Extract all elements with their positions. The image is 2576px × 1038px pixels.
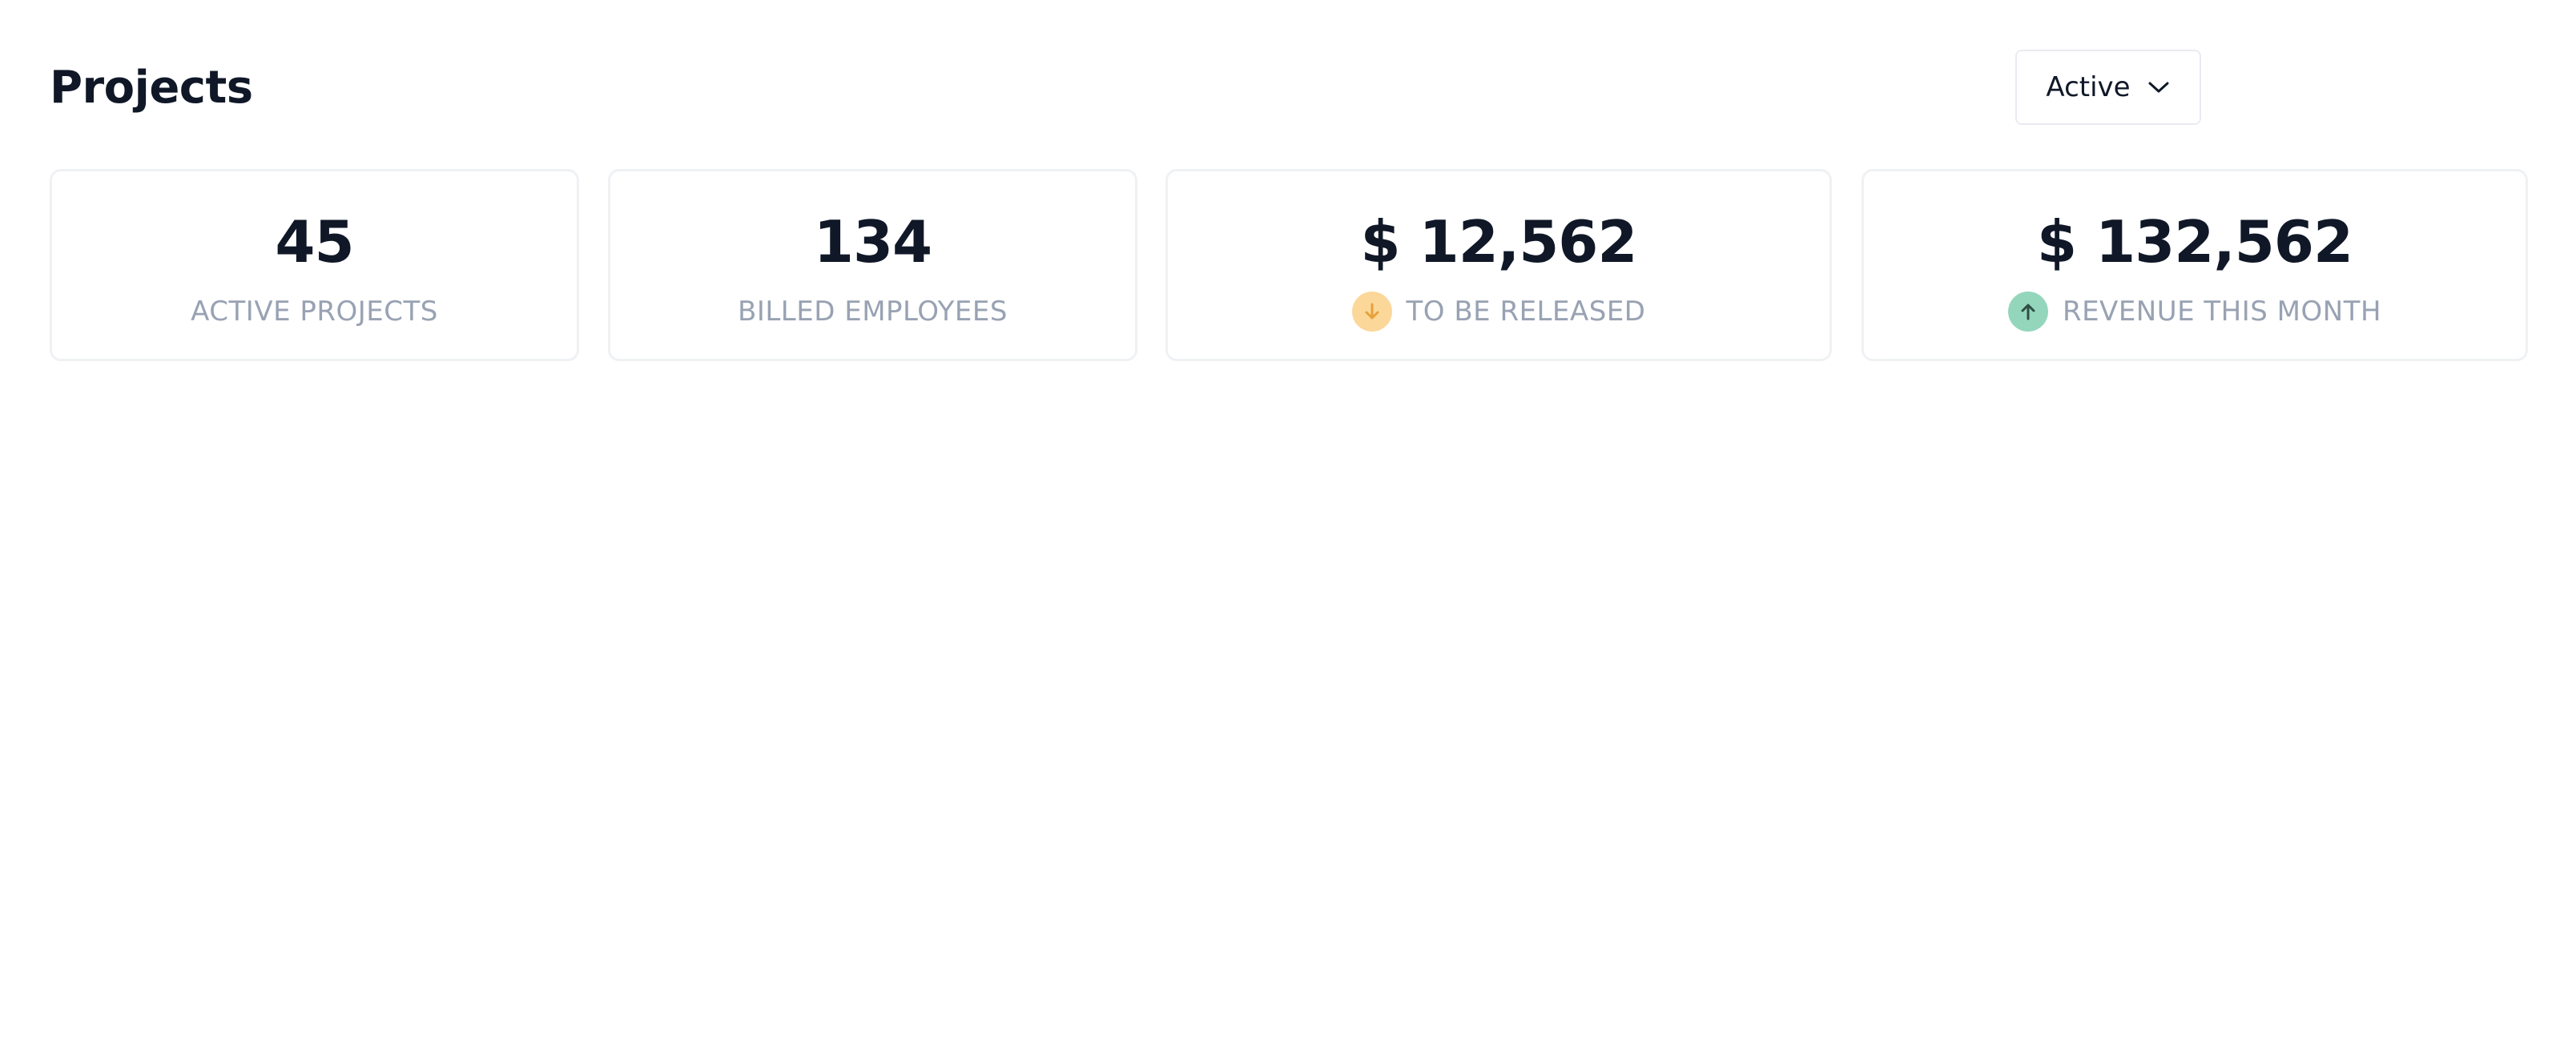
stat-label: BILLED EMPLOYEES <box>738 296 1008 328</box>
stat-value: $ 132,562 <box>2036 208 2353 276</box>
stat-card-to-be-released: $ 12,562 TO BE RELEASED <box>1165 169 1832 361</box>
status-filter-dropdown[interactable]: Active <box>2015 50 2201 125</box>
arrow-down-icon <box>1351 292 1392 332</box>
stat-value: 134 <box>813 208 932 276</box>
stat-label: TO BE RELEASED <box>1406 296 1646 328</box>
stat-value: 45 <box>275 208 354 276</box>
chevron-down-icon <box>2147 79 2171 95</box>
projects-panel: Projects Active 45 ACTIVE PROJECTS 134 B… <box>2 2 2574 1036</box>
stat-card-billed-employees: 134 BILLED EMPLOYEES <box>608 169 1137 361</box>
stat-label: ACTIVE PROJECTS <box>191 296 438 328</box>
stat-card-active-projects: 45 ACTIVE PROJECTS <box>50 169 579 361</box>
stat-label: REVENUE THIS MONTH <box>2062 296 2382 328</box>
stat-card-revenue-this-month: $ 132,562 REVENUE THIS MONTH <box>1862 169 2528 361</box>
arrow-up-icon <box>2007 292 2048 332</box>
page-title: Projects <box>50 62 253 114</box>
stat-value: $ 12,562 <box>1360 208 1637 276</box>
status-filter-value: Active <box>2046 71 2131 103</box>
